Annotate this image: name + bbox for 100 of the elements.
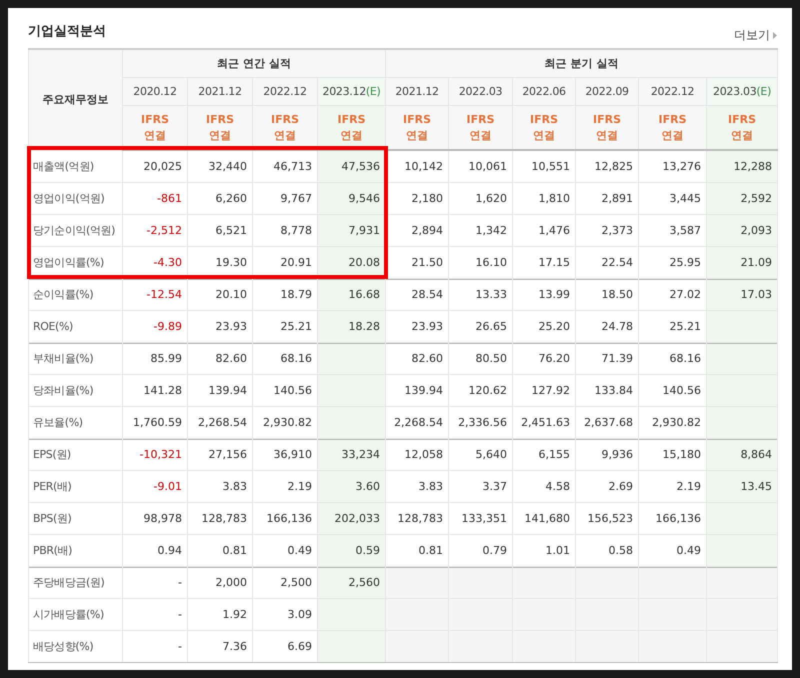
row-label: 순이익률(%) xyxy=(28,278,122,310)
table-cell: 28.54 xyxy=(386,278,449,310)
table-cell: 3.83 xyxy=(188,470,252,502)
table-cell: 18.79 xyxy=(252,278,318,310)
table-cell: -2,512 xyxy=(122,214,188,246)
table-cell: -9.89 xyxy=(122,310,188,342)
consolidation-basis: 연결 xyxy=(470,128,492,144)
table-cell: 139.94 xyxy=(386,374,449,406)
period-label: 2021.12 xyxy=(197,84,243,100)
table-cell: 2,451.63 xyxy=(512,406,576,438)
consolidation-basis: 연결 xyxy=(209,128,231,144)
period-label: 2020.12 xyxy=(132,84,178,100)
consolidation-basis: 연결 xyxy=(731,128,754,144)
table-cell: 2,891 xyxy=(576,182,639,214)
row-label: PER(배) xyxy=(28,470,122,502)
period-label: 2023.03(E) xyxy=(707,78,778,105)
more-link[interactable]: 더보기 xyxy=(734,27,777,44)
table-cell: 13.99 xyxy=(512,278,576,310)
accounting-standard: IFRS xyxy=(271,112,299,128)
table-cell: 85.99 xyxy=(122,342,188,374)
table-cell: 1,760.59 xyxy=(122,406,188,438)
row-label: BPS(원) xyxy=(28,502,122,534)
table-cell: 2,268.54 xyxy=(188,406,252,438)
table-cell: 2,336.56 xyxy=(448,406,513,438)
table-cell: 2,894 xyxy=(386,214,449,246)
table-cell: 10,142 xyxy=(386,150,449,182)
row-label: ROE(%) xyxy=(28,310,122,342)
table-cell: 12,825 xyxy=(576,150,639,182)
period-label: 2022.12 xyxy=(262,84,308,100)
period-label: 2021.12 xyxy=(394,84,440,100)
table-cell: 22.54 xyxy=(576,246,639,278)
accounting-standard: IFRS xyxy=(658,112,687,128)
period-label: 2022.06 xyxy=(521,84,567,100)
table-cell: 4.58 xyxy=(512,470,576,502)
period-label: 2022.12 xyxy=(650,84,696,100)
table-cell: 2,000 xyxy=(188,566,252,598)
table-cell: 1,342 xyxy=(448,214,513,246)
table-cell: 17.03 xyxy=(706,278,778,310)
table-cell: 13.33 xyxy=(448,278,513,310)
table-cell: 8,864 xyxy=(706,438,778,470)
table-cell: 2.69 xyxy=(576,470,639,502)
row-label: EPS(원) xyxy=(28,438,122,470)
table-cell: 16.68 xyxy=(318,278,386,310)
accounting-standard: IFRS xyxy=(466,112,495,128)
table-cell: 20,025 xyxy=(122,150,188,182)
row-label: 부채비율(%) xyxy=(28,342,122,374)
table-cell: 1,476 xyxy=(512,214,576,246)
table-cell: -861 xyxy=(122,182,188,214)
table-cell: 17.15 xyxy=(512,246,576,278)
table-cell: 5,640 xyxy=(448,438,513,470)
table-cell: 1.92 xyxy=(188,598,252,630)
row-label: 배당성향(%) xyxy=(28,630,122,662)
table-cell: 25.20 xyxy=(512,310,576,342)
table-cell: 120.62 xyxy=(448,374,513,406)
table-cell: 16.10 xyxy=(448,246,513,278)
table-cell: -12.54 xyxy=(122,278,188,310)
table-cell: 133,351 xyxy=(448,502,513,534)
table-cell: 18.28 xyxy=(318,310,386,342)
table-cell: -9.01 xyxy=(122,470,188,502)
table-cell: 20.10 xyxy=(188,278,252,310)
table-cell: 141,680 xyxy=(512,502,576,534)
consolidation-basis: 연결 xyxy=(340,128,363,144)
table-cell: - xyxy=(122,566,188,598)
table-cell: 0.81 xyxy=(188,534,252,566)
table-cell: 47,536 xyxy=(318,150,386,182)
row-header: 주요재무정보 xyxy=(28,49,122,150)
table-cell: 26.65 xyxy=(448,310,513,342)
table-cell: 6,260 xyxy=(188,182,252,214)
table-cell: 36,910 xyxy=(252,438,318,470)
estimate-mark: (E) xyxy=(366,85,381,98)
table-cell: 2,373 xyxy=(576,214,639,246)
table-cell: 23.93 xyxy=(188,310,252,342)
accounting-standard: IFRS xyxy=(141,112,169,128)
table-cell: 141.28 xyxy=(122,374,188,406)
table-cell: 76.20 xyxy=(512,342,576,374)
row-label: 당좌비율(%) xyxy=(28,374,122,406)
table-cell: 12,288 xyxy=(706,150,778,182)
table-cell: 21.09 xyxy=(706,246,778,278)
period-label: 2022.03 xyxy=(458,84,504,100)
row-label: PBR(배) xyxy=(28,534,122,566)
table-cell: 2,093 xyxy=(706,214,778,246)
table-cell: 27,156 xyxy=(188,438,252,470)
period-label: 2023.12(E) xyxy=(318,78,386,105)
arrow-icon xyxy=(773,32,777,39)
accounting-standard: IFRS xyxy=(530,112,558,128)
table-cell: 24.78 xyxy=(576,310,639,342)
consolidation-basis: 연결 xyxy=(662,128,684,144)
table-cell: 1,620 xyxy=(448,182,513,214)
table-cell: 156,523 xyxy=(576,502,639,534)
table-cell: 3.83 xyxy=(386,470,449,502)
table-cell: 82.60 xyxy=(188,342,252,374)
table-cell: 127.92 xyxy=(512,374,576,406)
consolidation-basis: 연결 xyxy=(274,128,296,144)
table-cell: 7,931 xyxy=(318,214,386,246)
table-cell: 32,440 xyxy=(188,150,252,182)
table-cell: 71.39 xyxy=(576,342,639,374)
table-cell: 21.50 xyxy=(386,246,449,278)
table-cell: 139.94 xyxy=(188,374,252,406)
table-cell: 128,783 xyxy=(386,502,449,534)
accounting-standard: IFRS xyxy=(338,112,366,128)
